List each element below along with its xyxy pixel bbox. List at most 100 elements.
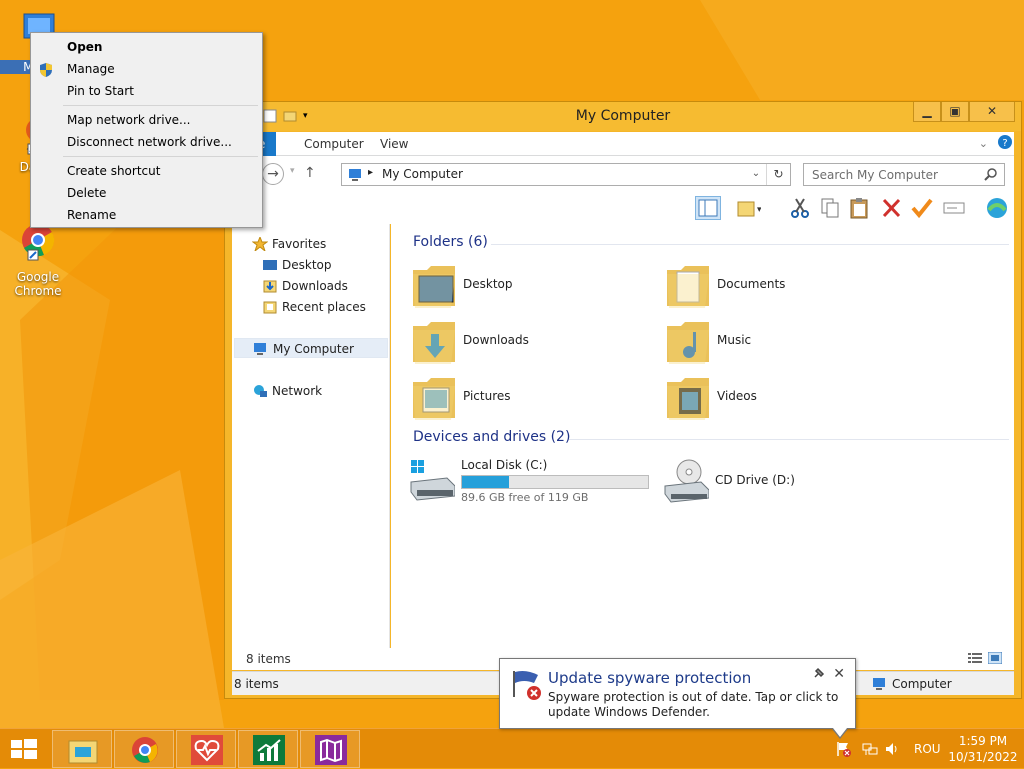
folder-label: Documents	[717, 277, 786, 291]
pin-icon[interactable]	[813, 667, 825, 679]
content-pane: Folders (6) Desktop Documents Downloads …	[391, 224, 1014, 660]
address-text: My Computer	[382, 167, 463, 181]
folder-label: Music	[717, 333, 752, 347]
menu-item-open[interactable]: Open	[33, 36, 260, 58]
paste-icon[interactable]	[847, 196, 873, 220]
copy-icon[interactable]	[817, 196, 843, 220]
balloon-body: Spyware protection is out of date. Tap o…	[548, 690, 839, 719]
volume-icon[interactable]	[884, 741, 900, 757]
start-button[interactable]	[4, 733, 44, 765]
downloads-icon	[262, 279, 278, 293]
help-icon[interactable]: ?	[998, 135, 1012, 152]
taskbar-file-explorer[interactable]	[52, 730, 112, 768]
close-icon[interactable]: ✕	[833, 666, 845, 682]
menu-item-delete[interactable]: Delete	[33, 182, 260, 204]
star-icon	[251, 235, 269, 253]
close-button[interactable]: ✕	[969, 102, 1015, 122]
menu-item-map-network-drive[interactable]: Map network drive...	[33, 109, 260, 131]
input-language[interactable]: ROU	[914, 742, 941, 756]
folder-downloads[interactable]: Downloads	[411, 316, 661, 368]
folder-icon	[665, 260, 711, 310]
heart-icon	[191, 735, 223, 765]
nav-downloads[interactable]: Downloads	[258, 276, 348, 296]
nav-label: Desktop	[282, 258, 332, 272]
balloon-tail-inner	[833, 728, 847, 737]
group-header-devices[interactable]: Devices and drives (2)	[413, 429, 570, 445]
search-icon[interactable]	[984, 167, 998, 181]
recent-locations-icon[interactable]: ▾	[290, 166, 295, 176]
tab-computer[interactable]: Computer	[296, 132, 372, 156]
nav-recent-places[interactable]: Recent places	[258, 297, 366, 317]
group-header-folders[interactable]: Folders (6)	[413, 234, 488, 250]
explorer-window: ▾ My Computer ▁ ▣ ✕ e Computer View ⌄ ? …	[224, 101, 1022, 699]
folder-label: Downloads	[463, 333, 529, 347]
up-arrow-icon[interactable]: ↑	[304, 165, 316, 181]
defender-warning-icon	[510, 669, 544, 701]
action-center-warning-icon[interactable]	[836, 741, 852, 757]
minimize-button[interactable]: ▁	[913, 102, 941, 122]
details-view-icon[interactable]	[968, 652, 982, 664]
menu-item-disconnect-network-drive[interactable]: Disconnect network drive...	[33, 131, 260, 153]
window-title: My Computer	[575, 108, 671, 124]
divider	[491, 244, 1009, 245]
nav-network[interactable]: Network	[248, 381, 322, 401]
delete-icon[interactable]	[879, 196, 905, 220]
drive-cd-d[interactable]: CD Drive (D:)	[663, 456, 913, 508]
drive-local-disk-c[interactable]: Local Disk (C:) 89.6 GB free of 119 GB	[409, 456, 659, 508]
chevron-down-icon[interactable]: ⌄	[748, 164, 764, 185]
taskbar: ROU 1:59 PM 10/31/2022	[0, 728, 1024, 768]
menu-item-label: Manage	[67, 62, 115, 76]
nav-label: My Computer	[273, 342, 354, 356]
preview-pane-icon[interactable]	[695, 196, 721, 220]
notification-balloon[interactable]: Update spyware protection Spyware protec…	[499, 658, 856, 739]
menu-item-rename[interactable]: Rename	[33, 204, 260, 226]
folder-documents[interactable]: Documents	[665, 260, 915, 312]
folder-music[interactable]: Music	[665, 316, 915, 368]
taskbar-travel-app[interactable]	[300, 730, 360, 768]
folder-label: Pictures	[463, 389, 511, 403]
taskbar-health-app[interactable]	[176, 730, 236, 768]
nav-favorites[interactable]: Favorites	[248, 234, 326, 254]
title-bar[interactable]: ▾ My Computer ▁ ▣ ✕	[225, 102, 1021, 131]
rename-icon[interactable]	[941, 196, 967, 220]
drive-free-space: 89.6 GB free of 119 GB	[461, 491, 589, 504]
folder-icon	[411, 260, 457, 310]
divider	[569, 439, 1009, 440]
chevron-down-icon[interactable]: ⌄	[979, 137, 988, 150]
drive-usage-bar	[461, 475, 649, 489]
desktop-icon-google-chrome[interactable]: Google Chrome	[0, 220, 76, 298]
tab-view[interactable]: View	[372, 132, 416, 156]
desktop-icon-label: Google Chrome	[14, 270, 62, 298]
nav-label: Downloads	[282, 279, 348, 293]
taskbar-finance-app[interactable]	[238, 730, 298, 768]
checkmark-icon[interactable]	[909, 196, 935, 220]
uac-shield-icon	[39, 62, 53, 77]
menu-item-pin-to-start[interactable]: Pin to Start	[33, 80, 260, 102]
clock-date: 10/31/2022	[948, 750, 1018, 764]
chart-icon	[253, 735, 285, 765]
large-icons-view-icon[interactable]	[987, 651, 1003, 665]
folder-desktop[interactable]: Desktop	[411, 260, 661, 312]
address-field[interactable]: ▸ My Computer ⌄ ↻	[341, 163, 791, 186]
refresh-button[interactable]: ↻	[766, 164, 790, 185]
cut-icon[interactable]	[787, 196, 813, 220]
network-icon[interactable]	[862, 741, 878, 757]
chrome-icon	[129, 735, 161, 765]
maximize-button[interactable]: ▣	[941, 102, 969, 122]
taskbar-chrome[interactable]	[114, 730, 174, 768]
chevron-right-icon: ▸	[368, 167, 374, 178]
forward-button[interactable]: →	[262, 163, 284, 185]
folder-videos[interactable]: Videos	[665, 372, 915, 424]
nav-desktop[interactable]: Desktop	[258, 255, 332, 275]
globe-icon[interactable]	[984, 196, 1010, 220]
folder-pictures[interactable]: Pictures	[411, 372, 661, 424]
folder-options-icon[interactable]: ▾	[735, 196, 762, 220]
search-input[interactable]: Search My Computer	[803, 163, 1005, 186]
nav-my-computer[interactable]: My Computer	[234, 338, 388, 358]
menu-item-create-shortcut[interactable]: Create shortcut	[33, 160, 260, 182]
zone-label: Computer	[892, 677, 952, 691]
clock[interactable]: 1:59 PM 10/31/2022	[948, 733, 1018, 765]
folder-label: Videos	[717, 389, 757, 403]
menu-separator	[63, 156, 258, 157]
menu-item-manage[interactable]: Manage	[33, 58, 260, 80]
